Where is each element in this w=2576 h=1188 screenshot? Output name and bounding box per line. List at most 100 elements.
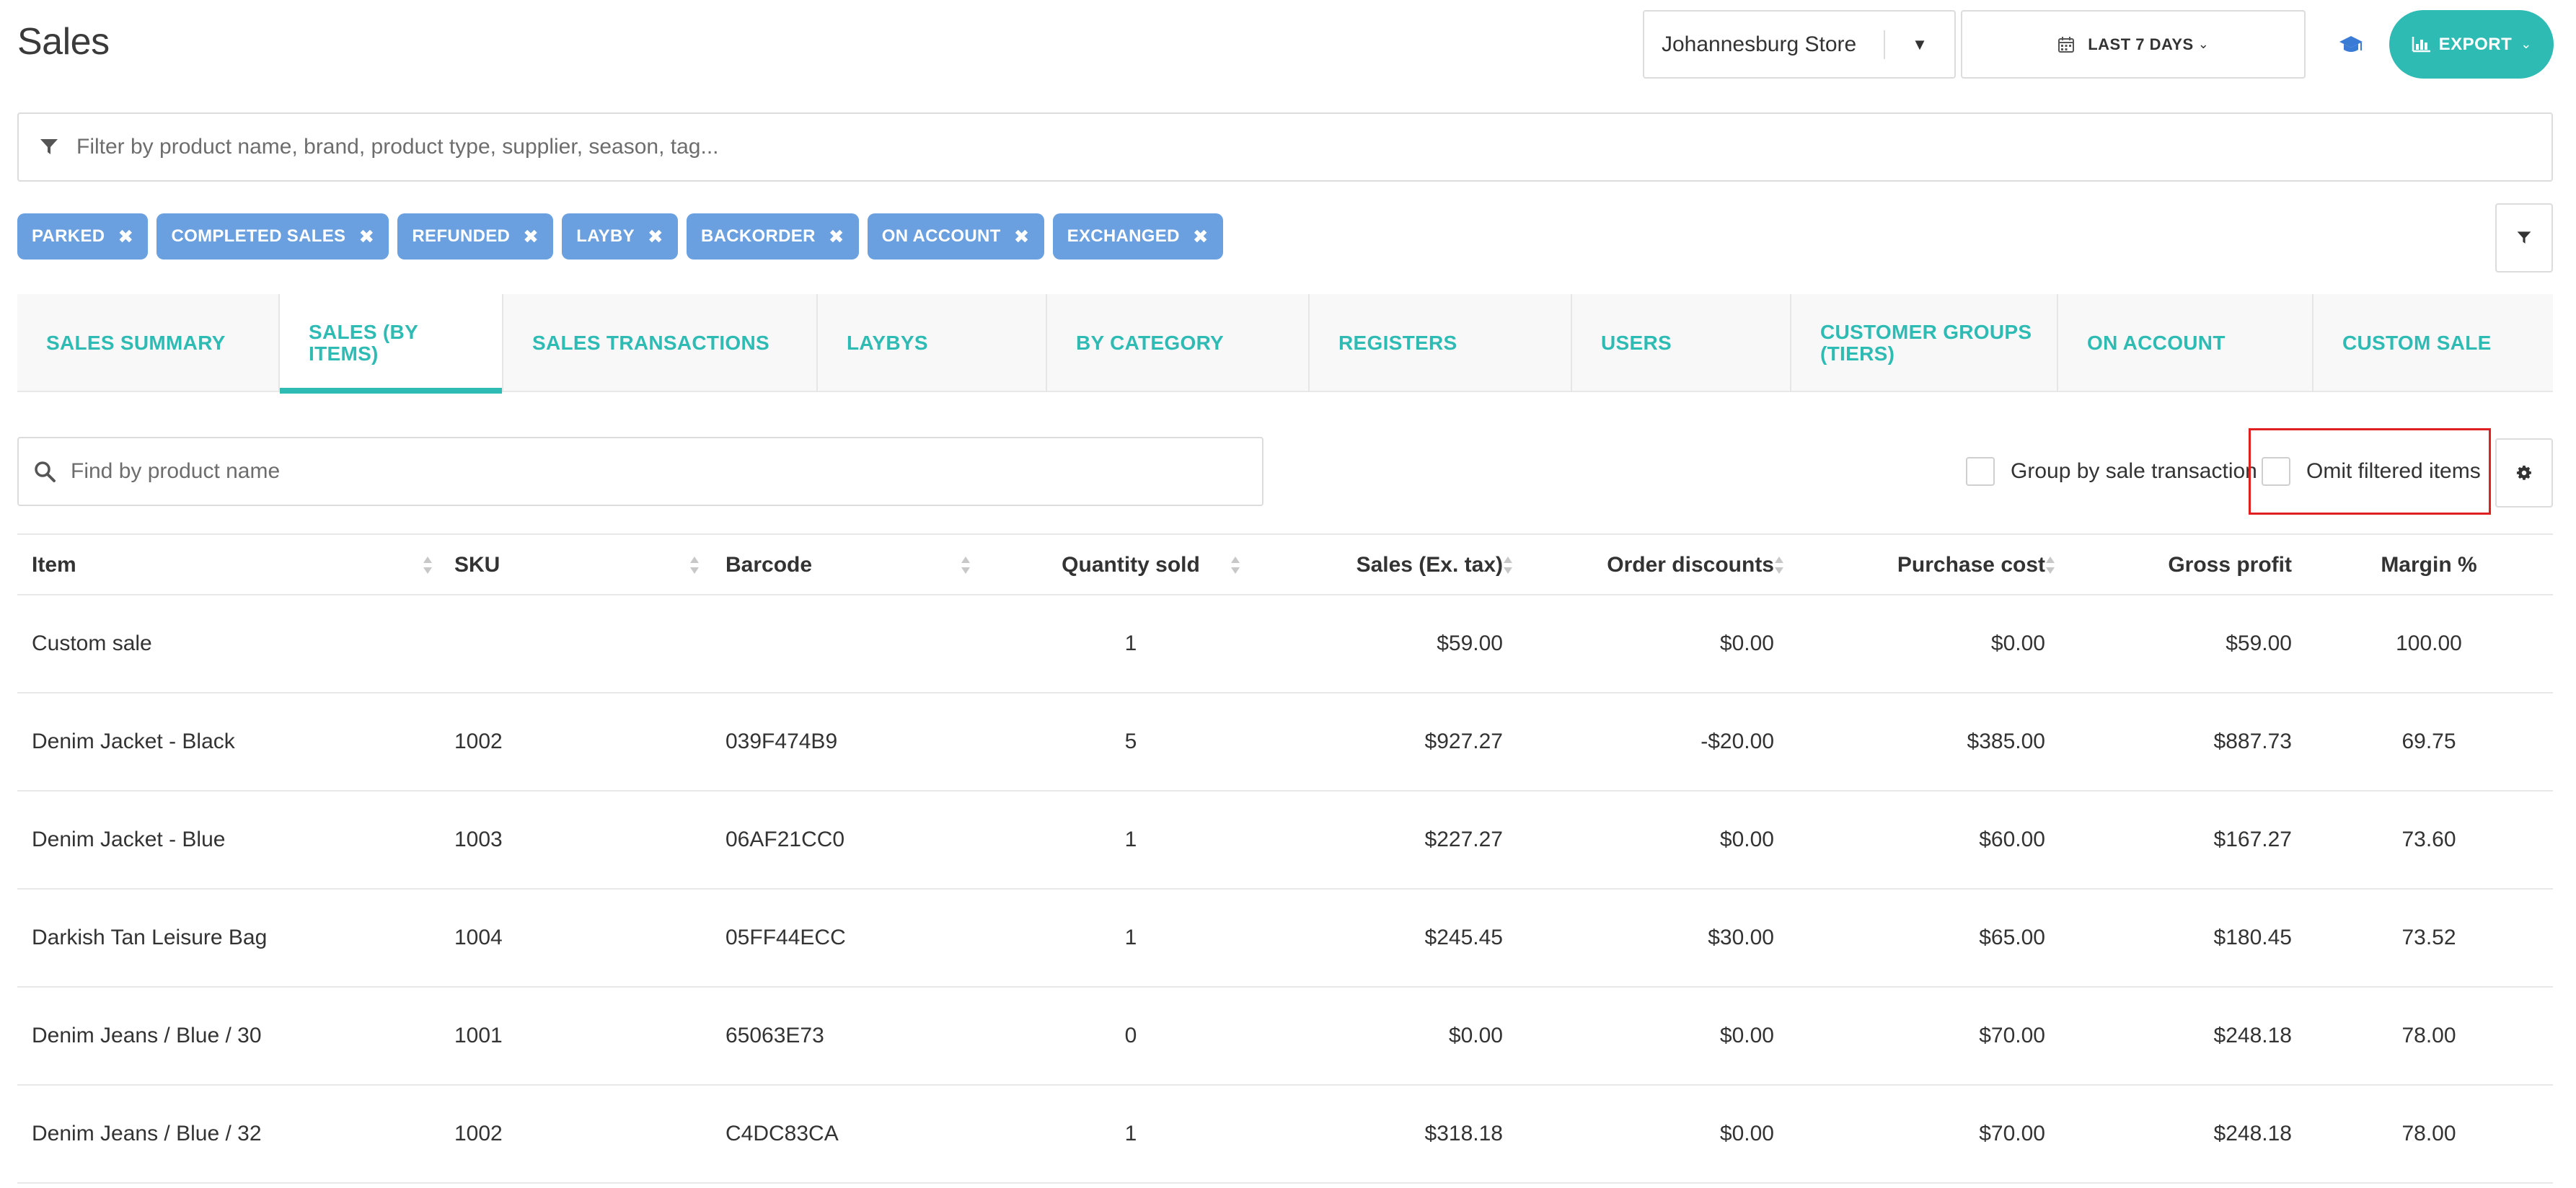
cell-margin: 100.00 [2396, 631, 2462, 655]
export-button[interactable]: EXPORT ⌄ [2389, 10, 2554, 79]
sort-icon[interactable] [2045, 555, 2055, 575]
store-select[interactable]: Johannesburg Store ▼ [1643, 10, 1956, 79]
chip-backorder[interactable]: BACKORDER ✖ [687, 213, 859, 260]
settings-button[interactable] [2495, 438, 2553, 507]
table-row[interactable]: Denim Jeans / Blue / 30 1001 65063E73 0 … [17, 988, 2553, 1086]
column-header-purchase-cost[interactable]: Purchase cost [1806, 535, 2045, 595]
tab-on-account[interactable]: ON ACCOUNT [2058, 294, 2313, 392]
product-search-input[interactable]: Find by product name [17, 437, 1263, 506]
cell-sales-ex-tax: $227.27 [1424, 828, 1503, 851]
chip-completed-sales[interactable]: COMPLETED SALES ✖ [156, 213, 389, 260]
sort-icon[interactable] [961, 555, 971, 575]
cell-barcode: 039F474B9 [725, 730, 838, 753]
graduation-cap-icon[interactable] [2338, 32, 2364, 58]
gear-icon [2516, 465, 2531, 480]
cell-sales-ex-tax: $59.00 [1437, 631, 1503, 655]
cell-barcode: 06AF21CC0 [725, 828, 845, 851]
cell-item: Denim Jeans / Blue / 32 [32, 1122, 262, 1145]
cell-sales-ex-tax: $318.18 [1424, 1122, 1503, 1145]
calendar-icon [2058, 36, 2075, 53]
column-header-margin[interactable]: Margin % [2306, 535, 2551, 595]
sort-icon[interactable] [689, 555, 700, 575]
cell-item: Denim Jeans / Blue / 30 [32, 1024, 262, 1047]
advanced-filter-button[interactable] [2495, 203, 2553, 272]
funnel-icon [2517, 231, 2531, 244]
column-header-sku[interactable]: SKU [454, 535, 500, 595]
column-header-item[interactable]: Item [32, 535, 76, 595]
tab-label: SALES (BY ITEMS) [309, 321, 418, 365]
chevron-down-icon: ⌄ [2520, 37, 2532, 51]
cell-sales-ex-tax: $245.45 [1424, 926, 1503, 949]
close-icon[interactable]: ✖ [1014, 226, 1030, 248]
table-row[interactable]: Denim Jacket - Black 1002 039F474B9 5 $9… [17, 693, 2553, 792]
export-label: EXPORT [2438, 34, 2513, 54]
sort-icon[interactable] [423, 555, 433, 575]
tab-label: BY CATEGORY [1076, 332, 1225, 354]
table-row[interactable]: Custom sale 1 $59.00 $0.00 $0.00 $59.00 … [17, 595, 2553, 693]
sort-icon[interactable] [1503, 555, 1513, 575]
chip-refunded[interactable]: REFUNDED ✖ [397, 213, 554, 260]
cell-quantity-sold: 1 [1124, 926, 1137, 949]
tab-users[interactable]: USERS [1572, 294, 1791, 392]
cell-quantity-sold: 1 [1124, 631, 1137, 655]
cell-order-discounts: $30.00 [1708, 926, 1774, 949]
tab-registers[interactable]: REGISTERS [1310, 294, 1572, 392]
sort-icon[interactable] [1774, 555, 1784, 575]
cell-margin: 78.00 [2401, 1024, 2456, 1047]
cell-barcode: 65063E73 [725, 1024, 824, 1047]
tab-sales-transactions[interactable]: SALES TRANSACTIONS [503, 294, 818, 392]
close-icon[interactable]: ✖ [829, 226, 844, 248]
close-icon[interactable]: ✖ [648, 226, 663, 248]
chip-parked[interactable]: PARKED ✖ [17, 213, 149, 260]
column-header-barcode[interactable]: Barcode [725, 535, 812, 595]
tab-custom-sale[interactable]: CUSTOM SALE [2313, 294, 2553, 392]
close-icon[interactable]: ✖ [358, 226, 374, 248]
date-range-button[interactable]: LAST 7 DAYS ⌄ [1961, 10, 2306, 79]
tab-label: USERS [1601, 332, 1672, 354]
cell-margin: 73.60 [2401, 828, 2456, 851]
cell-gross-profit: $59.00 [2226, 631, 2292, 655]
close-icon[interactable]: ✖ [118, 226, 133, 248]
cell-purchase-cost: $70.00 [1979, 1024, 2045, 1047]
tab-label: CUSTOM SALE [2342, 332, 2492, 354]
column-header-quantity-sold[interactable]: Quantity sold [1001, 535, 1261, 595]
sort-icon[interactable] [1230, 555, 1240, 575]
tab-customer-groups[interactable]: CUSTOMER GROUPS (TIERS) [1791, 294, 2058, 392]
cell-item: Denim Jacket - Black [32, 730, 235, 753]
caret-down-icon[interactable]: ▼ [1885, 35, 1954, 54]
cell-margin: 73.52 [2401, 926, 2456, 949]
tab-label: ON ACCOUNT [2087, 332, 2226, 354]
cell-barcode: 05FF44ECC [725, 926, 846, 949]
status-chips: PARKED ✖ COMPLETED SALES ✖ REFUNDED ✖ LAYBY… [17, 213, 1223, 260]
cell-quantity-sold: 1 [1124, 828, 1137, 851]
column-header-order-discounts[interactable]: Order discounts [1532, 535, 1774, 595]
column-header-sales-ex-tax[interactable]: Sales (Ex. tax) [1272, 535, 1503, 595]
chip-label: EXCHANGED [1067, 226, 1180, 246]
search-placeholder: Find by product name [71, 459, 281, 483]
tab-sales-by-items[interactable]: SALES (BY ITEMS) [280, 294, 503, 394]
chip-layby[interactable]: LAYBY ✖ [562, 213, 678, 260]
chip-label: PARKED [32, 226, 105, 246]
chip-on-account[interactable]: ON ACCOUNT ✖ [867, 213, 1044, 260]
close-icon[interactable]: ✖ [1193, 226, 1209, 248]
table-row[interactable]: Denim Jeans / Blue / 32 1002 C4DC83CA 1 … [17, 1086, 2553, 1184]
filter-input[interactable]: Filter by product name, brand, product t… [17, 112, 2553, 182]
tab-laybys[interactable]: LAYBYS [818, 294, 1047, 392]
table-row[interactable]: Darkish Tan Leisure Bag 1004 05FF44ECC 1… [17, 890, 2553, 988]
column-header-gross-profit[interactable]: Gross profit [2080, 535, 2292, 595]
cell-order-discounts: $0.00 [1719, 828, 1774, 851]
group-by-checkbox[interactable] [1966, 457, 1995, 486]
tab-by-category[interactable]: BY CATEGORY [1047, 294, 1310, 392]
close-icon[interactable]: ✖ [523, 226, 539, 248]
table-header: Item SKU Barcode Quantity sold Sales (Ex… [17, 533, 2553, 595]
tab-sales-summary[interactable]: SALES SUMMARY [17, 294, 280, 392]
table-row[interactable]: Denim Jacket - Blue 1003 06AF21CC0 1 $22… [17, 792, 2553, 890]
tab-label: REGISTERS [1338, 332, 1457, 354]
chip-exchanged[interactable]: EXCHANGED ✖ [1052, 213, 1223, 260]
cell-order-discounts: -$20.00 [1701, 730, 1774, 753]
chevron-down-icon: ⌄ [2197, 37, 2209, 51]
tab-label: CUSTOMER GROUPS (TIERS) [1820, 321, 2032, 365]
chip-label: REFUNDED [412, 226, 511, 246]
chip-label: BACKORDER [701, 226, 816, 246]
cell-quantity-sold: 1 [1124, 1122, 1137, 1145]
